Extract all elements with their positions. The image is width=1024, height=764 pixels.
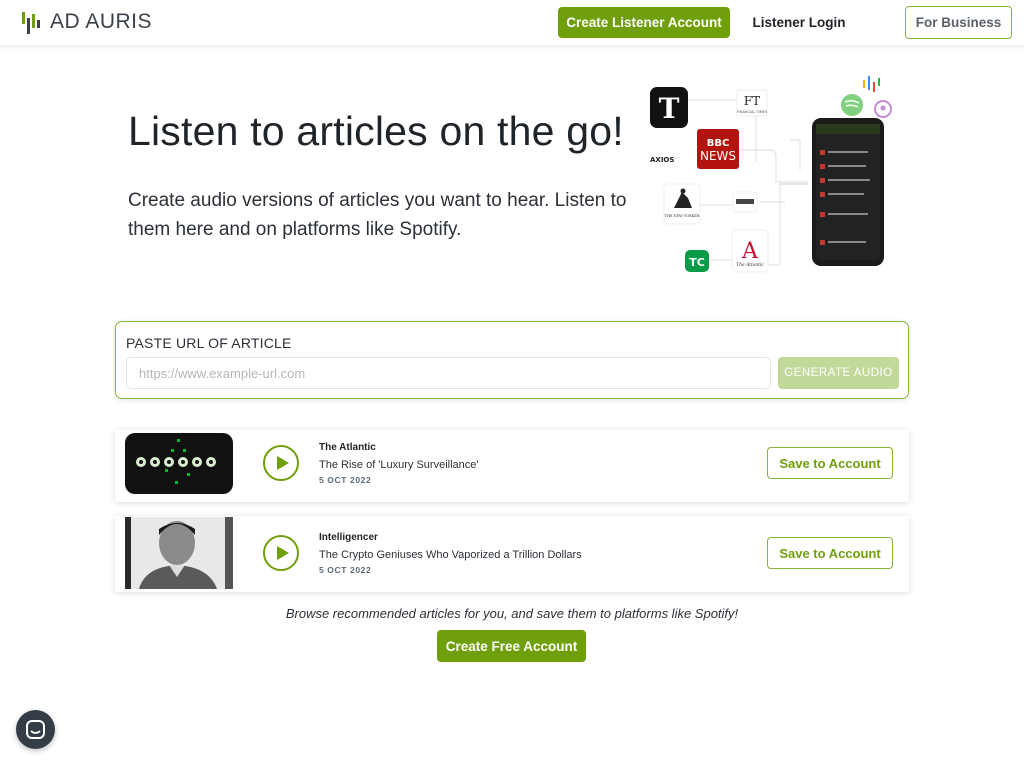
- hero-title: Listen to articles on the go!: [128, 108, 624, 154]
- article-title[interactable]: The Crypto Geniuses Who Vaporized a Tril…: [319, 549, 582, 561]
- url-label: PASTE URL OF ARTICLE: [126, 335, 292, 351]
- play-icon[interactable]: [263, 535, 299, 571]
- svg-text:NEWS: NEWS: [700, 149, 736, 163]
- logo-text: AD AURIS: [50, 10, 153, 33]
- create-listener-account-button[interactable]: Create Listener Account: [558, 7, 730, 38]
- ad-auris-logo[interactable]: AD AURIS: [22, 10, 152, 34]
- paste-url-form: PASTE URL OF ARTICLE GENERATE AUDIO: [115, 321, 909, 399]
- browse-recommendation-text: Browse recommended articles for you, and…: [285, 606, 739, 621]
- create-free-account-button[interactable]: Create Free Account: [437, 630, 586, 662]
- article-url-input[interactable]: [126, 357, 771, 389]
- top-nav: AD AURIS Create Listener Account Listene…: [0, 0, 1024, 45]
- svg-text:FINANCIAL TIMES: FINANCIAL TIMES: [737, 110, 768, 114]
- chat-icon: [26, 720, 45, 739]
- publisher-platforms-illustration: T FT FINANCIAL TIMES BBC NEWS AXIOS THE …: [650, 76, 892, 273]
- save-to-account-button[interactable]: Save to Account: [767, 537, 893, 569]
- chat-launcher-button[interactable]: [16, 710, 55, 749]
- article-card: The Atlantic The Rise of 'Luxury Surveil…: [115, 430, 909, 502]
- svg-text:THE NEW YORKER: THE NEW YORKER: [664, 214, 699, 218]
- listener-login-link[interactable]: Listener Login: [744, 7, 854, 38]
- article-publication: Intelligencer: [319, 532, 378, 543]
- svg-text:BBC: BBC: [707, 138, 730, 149]
- article-card: Intelligencer The Crypto Geniuses Who Va…: [115, 516, 909, 592]
- svg-text:TC: TC: [689, 256, 705, 269]
- svg-text:FT: FT: [744, 94, 760, 108]
- svg-text:AXIOS: AXIOS: [650, 156, 674, 164]
- play-icon[interactable]: [263, 445, 299, 481]
- audio-bars-icon: [22, 12, 40, 34]
- for-business-button[interactable]: For Business: [905, 6, 1012, 39]
- hero-subtitle: Create audio versions of articles you wa…: [128, 190, 627, 240]
- article-date: 5 OCT 2022: [319, 475, 372, 485]
- article-thumbnail: [125, 433, 233, 494]
- svg-text:T: T: [659, 92, 680, 125]
- svg-text:The Atlantic: The Atlantic: [736, 262, 764, 268]
- article-thumbnail: [125, 517, 233, 589]
- generate-audio-button[interactable]: GENERATE AUDIO: [778, 357, 899, 389]
- save-to-account-button[interactable]: Save to Account: [767, 447, 893, 479]
- google-podcasts-icon: [863, 76, 880, 92]
- article-title[interactable]: The Rise of 'Luxury Surveillance': [319, 459, 479, 471]
- svg-text:A: A: [741, 239, 759, 264]
- article-publication: The Atlantic: [319, 442, 376, 453]
- article-date: 5 OCT 2022: [319, 565, 372, 575]
